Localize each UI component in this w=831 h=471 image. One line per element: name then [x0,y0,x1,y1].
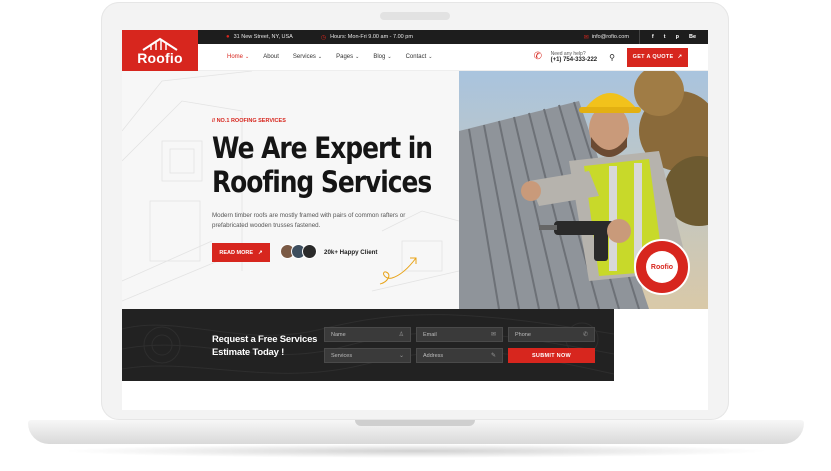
laptop-mockup: Roofio ● 31 New Street, NY, USA ◷ Hours:… [0,0,831,471]
facebook-icon[interactable]: f [652,34,654,40]
chevron-down-icon: ⌄ [428,54,433,60]
pinterest-icon[interactable]: p [676,34,679,40]
topbar-hours: ◷ Hours: Mon-Fri 9.00 am - 7.00 pm [321,34,413,41]
nav-item-services[interactable]: Services ⌄ [293,54,322,60]
address-field[interactable]: Address ✎ [416,348,503,363]
hero-eyebrow: // NO.1 ROOFING SERVICES [212,118,286,124]
user-icon: ♙ [398,332,404,338]
headline-line-1: We Are Expert in [212,131,433,165]
badge-center: Roofio [646,251,678,283]
chevron-down-icon: ⌄ [398,353,404,359]
submit-now-button[interactable]: SUBMIT NOW [508,348,595,363]
arrow-up-right-icon: ↗ [258,249,263,256]
quote-label: GET A QUOTE [632,54,674,60]
nav-menu: Home ⌄ About Services ⌄ Pages ⌄ Blog ⌄ Conta… [227,54,432,60]
get-a-quote-button[interactable]: GET A QUOTE ↗ [627,47,688,67]
nav-item-contact[interactable]: Contact ⌄ [406,54,433,60]
main-navigation: Home ⌄ About Services ⌄ Pages ⌄ Blog ⌄ Conta… [198,44,708,71]
topbar-address: ● 31 New Street, NY, USA [226,34,293,40]
site-logo[interactable]: Roofio [122,30,198,71]
pencil-icon: ✎ [490,353,496,359]
estimate-form-section: Request a Free Services Estimate Today !… [122,309,614,381]
hours-text: Hours: Mon-Fri 9.00 am - 7.00 pm [330,34,413,40]
mail-icon: ✉ [583,34,589,41]
nav-item-blog[interactable]: Blog ⌄ [373,54,391,60]
arrow-up-right-icon: ↗ [677,54,683,60]
happy-client-count: 20k+ Happy Client [324,249,378,256]
phone-field[interactable]: Phone ✆ [508,327,595,342]
topbar-email[interactable]: ✉ info@rofio.com [584,30,640,44]
avatar [302,244,317,259]
hero-headline: We Are Expert in Roofing Services [212,131,444,199]
nav-item-about[interactable]: About [263,54,279,60]
nav-item-pages[interactable]: Pages ⌄ [336,54,359,60]
nav-item-home[interactable]: Home ⌄ [227,54,249,60]
phone-icon: ✆ [533,51,542,62]
form-title-line-2: Estimate Today ! [212,347,285,358]
roofio-badge: Roofio [634,239,690,295]
address-placeholder: Address [423,352,444,359]
chevron-down-icon: ⌄ [317,54,323,60]
help-phone-number[interactable]: (+1) 754-333-222 [551,57,598,63]
website-screen: Roofio ● 31 New Street, NY, USA ◷ Hours:… [122,30,708,410]
email-link[interactable]: info@rofio.com [592,34,629,40]
nav-blog-label: Blog [373,54,386,60]
top-info-bar: ● 31 New Street, NY, USA ◷ Hours: Mon-Fr… [198,30,708,44]
services-select[interactable]: Services ⌄ [324,348,411,363]
curly-arrow-icon [379,257,417,285]
laptop-shadow [60,444,772,458]
topographic-pattern [122,314,614,375]
email-field[interactable]: Email ✉ [416,327,503,342]
search-icon[interactable]: ⚲ [609,53,615,62]
nav-pages-label: Pages [336,54,354,60]
help-text: Need any help? (+1) 754-333-222 [551,51,598,63]
hero-section: // NO.1 ROOFING SERVICES We Are Expert i… [122,71,708,309]
read-more-label: READ MORE [219,249,253,256]
phone-icon: ✆ [582,332,588,338]
name-placeholder: Name [331,331,346,338]
mail-icon: ✉ [490,332,496,338]
estimate-form-title: Request a Free Services Estimate Today ! [212,333,317,359]
clock-icon: ◷ [320,34,327,41]
address-text: 31 New Street, NY, USA [233,34,293,40]
location-pin-icon: ● [226,34,230,40]
hero-worker-image: Roofio [459,71,708,309]
read-more-button[interactable]: READ MORE ↗ [212,243,270,262]
headline-line-2: Roofing Services [212,165,432,199]
help-contact[interactable]: ✆ Need any help? (+1) 754-333-222 [534,51,598,63]
logo-text: Roofio [137,49,183,66]
nav-about-label: About [263,54,279,60]
nav-services-label: Services [292,54,316,60]
twitter-icon[interactable]: t [664,34,666,40]
chevron-down-icon: ⌄ [245,54,250,60]
topbar-right: ✉ info@rofio.com f t p Be [584,30,708,44]
hero-description: Modern timber roofs are mostly framed wi… [212,212,406,229]
social-links: f t p Be [640,34,708,40]
laptop-base-notch [355,420,475,426]
laptop-camera [380,12,450,20]
nav-home-label: Home [227,54,244,60]
behance-icon[interactable]: Be [689,34,696,40]
form-title-line-1: Request a Free Services [212,334,318,345]
badge-logo-text: Roofio [650,263,674,271]
client-avatars [280,244,317,259]
email-placeholder: Email [423,331,437,338]
chevron-down-icon: ⌄ [355,54,360,60]
roof-logo-icon [142,37,178,51]
nav-contact-label: Contact [405,54,427,60]
name-field[interactable]: Name ♙ [324,327,411,342]
services-placeholder: Services [331,352,353,359]
phone-placeholder: Phone [515,331,531,338]
chevron-down-icon: ⌄ [387,54,392,60]
submit-label: SUBMIT NOW [531,352,572,359]
